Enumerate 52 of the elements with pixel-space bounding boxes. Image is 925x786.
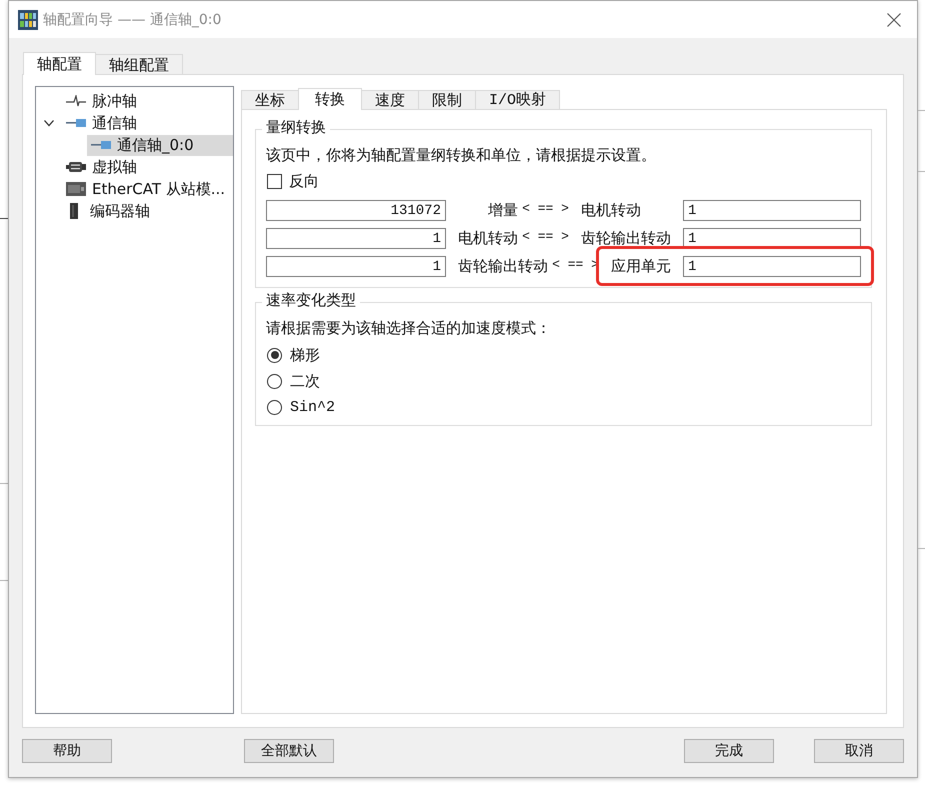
input-field[interactable]: 1 <box>683 256 861 277</box>
radio-button[interactable] <box>267 374 282 388</box>
tab[interactable]: I/O映射 <box>475 90 560 109</box>
module-icon <box>66 182 86 196</box>
equivalence-label: < == > <box>522 201 569 218</box>
description-text: 该页中，你将为轴配置量纲转换和单位，请根据提示设置。 <box>266 146 657 167</box>
tab[interactable]: 轴配置 <box>23 52 96 75</box>
tab[interactable]: 轴组配置 <box>95 54 183 74</box>
radio-label: 梯形 <box>290 346 320 364</box>
chevron-icon[interactable] <box>44 118 54 128</box>
unit-label: 齿轮输出转动 <box>458 258 548 276</box>
tab[interactable]: 速度 <box>361 90 419 109</box>
connector-icon <box>91 141 111 149</box>
prompt-text: 请根据需要为该轴选择合适的加速度模式： <box>266 319 552 340</box>
unit-label: 增量 <box>488 202 518 220</box>
motor-icon <box>66 161 86 173</box>
unit-label: 电机转动 <box>458 230 518 248</box>
checkbox-label: 反向 <box>289 172 319 190</box>
dialog-button[interactable]: 完成 <box>684 739 774 763</box>
close-icon <box>887 12 901 26</box>
radio-button[interactable] <box>267 400 282 414</box>
input-field[interactable]: 1 <box>683 200 861 221</box>
connector-icon <box>66 119 86 127</box>
unit-label: 应用单元 <box>610 257 671 276</box>
radio-label: Sin^2 <box>290 398 336 416</box>
block-icon <box>70 203 78 219</box>
pulse-wave-icon <box>66 95 86 107</box>
checkbox[interactable] <box>267 174 282 188</box>
tab[interactable]: 转换 <box>298 88 362 110</box>
input-field[interactable]: 1 <box>266 256 446 277</box>
input-field[interactable]: 1 <box>266 228 446 249</box>
equivalence-label: < == > <box>522 229 569 246</box>
unit-label: 齿轮输出转动 <box>580 230 671 248</box>
tree-item[interactable]: 脉冲轴 <box>62 90 233 112</box>
tree-item[interactable]: 通信轴 <box>62 112 233 134</box>
tree-item[interactable]: EtherCAT 从站模... <box>62 178 233 200</box>
dialog-button[interactable]: 帮助 <box>22 739 112 763</box>
tab[interactable]: 坐标 <box>241 90 299 109</box>
radio-label: 二次 <box>290 372 320 390</box>
app-icon <box>18 10 38 30</box>
tree-item[interactable]: 编码器轴 <box>62 200 233 222</box>
radio-button[interactable] <box>267 348 282 362</box>
dialog-button[interactable]: 全部默认 <box>244 739 334 763</box>
unit-label: 电机转动 <box>580 202 641 220</box>
tree-item[interactable]: 虚拟轴 <box>62 156 233 178</box>
tree-item[interactable]: 通信轴_0:0 <box>87 134 233 156</box>
input-field[interactable]: 131072 <box>266 200 446 221</box>
tab[interactable]: 限制 <box>418 90 476 109</box>
dialog-button[interactable]: 取消 <box>814 739 904 763</box>
group-title: 速率变化类型 <box>265 292 357 312</box>
group-title: 量纲转换 <box>265 119 327 139</box>
window-title: 轴配置向导 —— 通信轴_0:0 <box>43 10 222 28</box>
